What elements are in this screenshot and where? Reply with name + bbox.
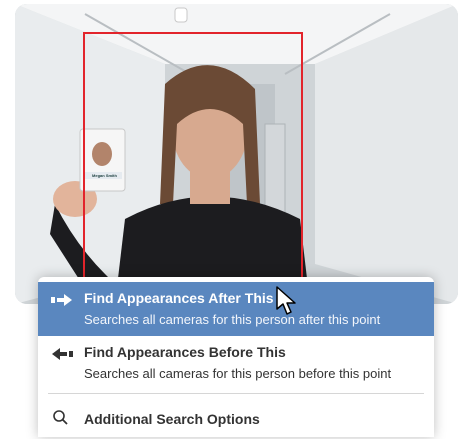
menu-item-additional-search[interactable]: Additional Search Options [38, 397, 434, 437]
camera-view[interactable]: Megan Smith [15, 4, 458, 304]
menu-item-title: Find Appearances After This [84, 290, 274, 306]
menu-item-title: Find Appearances Before This [84, 344, 286, 360]
arrow-right-icon [51, 294, 72, 306]
search-icon [53, 410, 68, 425]
arrow-left-icon [52, 348, 73, 360]
menu-item-title: Additional Search Options [84, 411, 260, 427]
menu-item-description: Searches all cameras for this person bef… [84, 366, 392, 381]
menu-item-find-after[interactable]: Find Appearances After This Searches all… [38, 282, 434, 336]
menu-item-description: Searches all cameras for this person aft… [84, 312, 381, 327]
menu-divider [48, 393, 424, 394]
context-menu: Find Appearances After This Searches all… [38, 277, 434, 437]
menu-item-find-before[interactable]: Find Appearances Before This Searches al… [38, 337, 434, 391]
person-detection-box[interactable] [83, 32, 303, 302]
mouse-pointer-icon [276, 286, 296, 315]
